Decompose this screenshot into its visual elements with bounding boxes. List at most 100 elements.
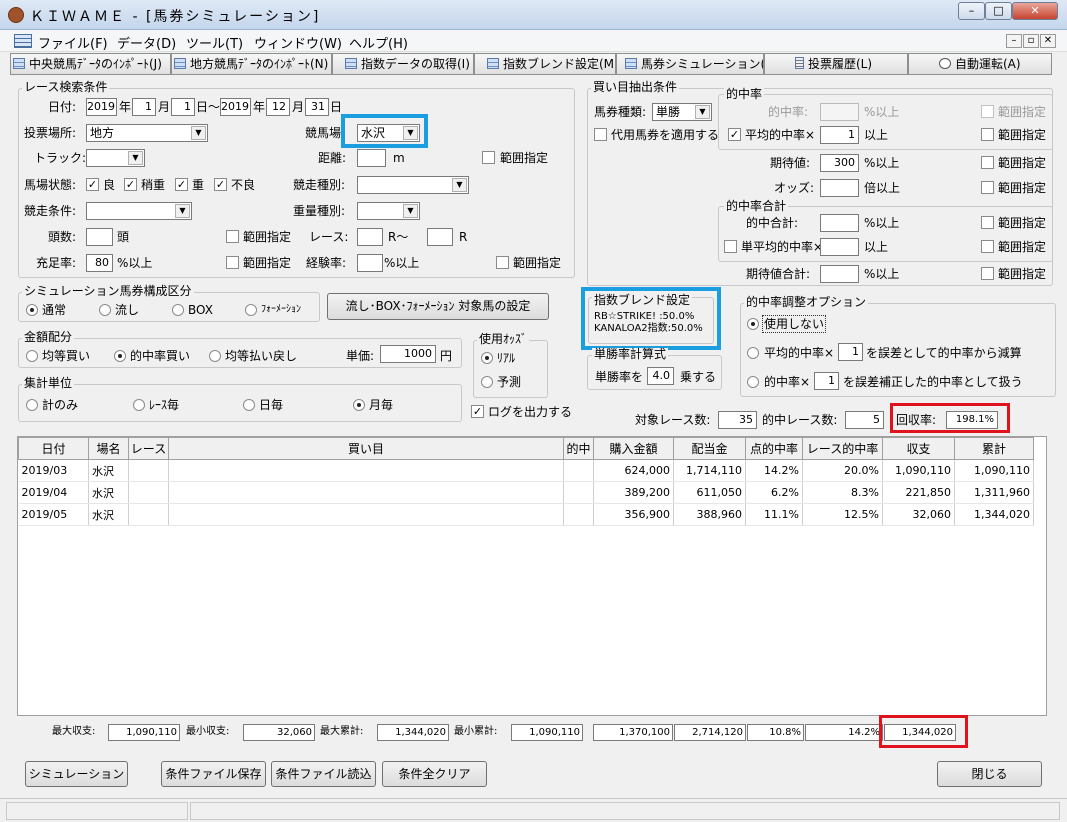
bet-simulation-button[interactable]: 馬券シミュレーション(B) (616, 53, 764, 75)
table-row[interactable]: 2019/05 水沢 356,900 388,960 11.1% 12.5% 32,060 1… (18, 503, 1034, 526)
odds-input[interactable] (820, 179, 859, 197)
document-icon[interactable] (14, 34, 32, 48)
col-date-header[interactable]: 日付 (18, 437, 89, 460)
col-race-hit-header[interactable]: レース的中率 (802, 437, 883, 460)
menu-tools[interactable]: ツール(T) (186, 33, 243, 52)
blend-settings-button[interactable]: 指数ブレンド設定(M) (474, 53, 616, 75)
vote-history-button[interactable]: 投票履歴(L) (764, 53, 908, 75)
col-bet-header[interactable]: 買い目 (168, 437, 564, 460)
unit-price-input[interactable]: 1000 (380, 345, 436, 363)
clear-conditions-button[interactable]: 条件全クリア (382, 761, 487, 787)
agg-race-radio[interactable] (133, 399, 145, 411)
agg-day-radio[interactable] (243, 399, 255, 411)
col-cumulative-header[interactable]: 累計 (954, 437, 1034, 460)
menu-data[interactable]: データ(D) (117, 33, 176, 52)
date-to-year-input[interactable]: 2019 (220, 98, 251, 116)
single-avg-input[interactable] (820, 238, 859, 256)
amount-equal-radio[interactable] (26, 350, 38, 362)
hit-sum-input[interactable] (820, 214, 859, 232)
venue-select[interactable]: 地方 ▼ (86, 124, 208, 142)
comp-box-radio[interactable] (172, 304, 184, 316)
log-output-checkbox[interactable]: ✓ (471, 405, 484, 418)
amount-hit-radio[interactable] (114, 350, 126, 362)
head-count-input[interactable] (86, 228, 113, 246)
avg-hit-input[interactable]: 1 (820, 126, 859, 144)
import-local-button[interactable]: 地方競馬ﾃﾞｰﾀのｲﾝﾎﾟｰﾄ(N) (171, 53, 332, 75)
race-to-input[interactable] (427, 228, 453, 246)
exp-range-checkbox[interactable] (496, 256, 509, 269)
single-avg-checkbox[interactable] (724, 240, 737, 253)
race-cond-select[interactable]: ▼ (86, 202, 192, 220)
ev-sum-input[interactable] (820, 265, 859, 283)
hit-sum-range-checkbox[interactable] (981, 216, 994, 229)
minimize-button[interactable]: – (958, 2, 985, 20)
auto-run-button[interactable]: 自動運転(A) (908, 53, 1052, 75)
col-point-hit-header[interactable]: 点的中率 (745, 437, 803, 460)
agg-total-radio[interactable] (26, 399, 38, 411)
fill-rate-input[interactable]: 80 (86, 254, 113, 272)
condition-bad-checkbox[interactable]: ✓ (214, 178, 227, 191)
simulate-button[interactable]: シミュレーション (25, 761, 128, 787)
col-venue-header[interactable]: 場名 (88, 437, 129, 460)
condition-heavy-checkbox[interactable]: ✓ (175, 178, 188, 191)
col-hit-header[interactable]: 的中 (563, 437, 594, 460)
odds-range-checkbox[interactable] (981, 181, 994, 194)
target-horse-setting-button[interactable]: 流し･BOX･ﾌｫｰﾒｰｼｮﾝ 対象馬の設定 (327, 293, 549, 320)
close-window-button[interactable]: ✕ (1012, 2, 1058, 20)
bet-type-select[interactable]: 単勝 ▼ (652, 103, 712, 121)
col-race-header[interactable]: レース (128, 437, 169, 460)
comp-normal-radio[interactable] (26, 304, 38, 316)
table-row[interactable]: 2019/04 水沢 389,200 611,050 6.2% 8.3% 221,850 1,… (18, 481, 1034, 504)
col-purchase-header[interactable]: 購入金額 (593, 437, 674, 460)
ev-sum-range-checkbox[interactable] (981, 267, 994, 280)
adjust-avg-radio[interactable] (747, 347, 759, 359)
condition-slightly-heavy-checkbox[interactable]: ✓ (124, 178, 137, 191)
mdi-minimize-button[interactable]: – (1006, 34, 1022, 48)
agg-month-radio[interactable] (353, 399, 365, 411)
avg-hit-range-checkbox[interactable] (981, 128, 994, 141)
maximize-button[interactable]: □ (985, 2, 1012, 20)
date-from-day-input[interactable]: 1 (171, 98, 195, 116)
menu-help[interactable]: ヘルプ(H) (349, 33, 408, 52)
menu-window[interactable]: ウィンドウ(W) (254, 33, 342, 52)
col-payout-header[interactable]: 配当金 (673, 437, 746, 460)
date-to-month-input[interactable]: 12 (266, 98, 290, 116)
ev-input[interactable]: 300 (820, 154, 859, 172)
comp-formation-radio[interactable] (245, 304, 257, 316)
load-conditions-button[interactable]: 条件ファイル読込 (271, 761, 376, 787)
mdi-restore-button[interactable]: ▫ (1023, 34, 1039, 48)
race-type-select[interactable]: ▼ (357, 176, 469, 194)
comp-nagashi-radio[interactable] (99, 304, 111, 316)
date-from-month-input[interactable]: 1 (132, 98, 156, 116)
head-range-checkbox[interactable] (226, 230, 239, 243)
fill-range-checkbox[interactable] (226, 256, 239, 269)
adjust-none-radio[interactable] (747, 318, 759, 330)
condition-good-checkbox[interactable]: ✓ (86, 178, 99, 191)
odds-forecast-radio[interactable] (481, 376, 493, 388)
adjust-rate-radio[interactable] (747, 376, 759, 388)
hit-rate-input[interactable] (820, 103, 859, 121)
avg-hit-checkbox[interactable]: ✓ (728, 128, 741, 141)
distance-range-checkbox[interactable] (482, 151, 495, 164)
track-select[interactable]: ▼ (86, 149, 145, 167)
weight-type-select[interactable]: ▼ (357, 202, 420, 220)
date-to-day-input[interactable]: 31 (305, 98, 329, 116)
substitute-checkbox[interactable] (594, 128, 607, 141)
amount-payout-radio[interactable] (209, 350, 221, 362)
single-avg-range-checkbox[interactable] (981, 240, 994, 253)
save-conditions-button[interactable]: 条件ファイル保存 (161, 761, 266, 787)
distance-input[interactable] (357, 149, 386, 167)
import-central-button[interactable]: 中央競馬ﾃﾞｰﾀのｲﾝﾎﾟｰﾄ(J) (10, 53, 171, 75)
fetch-index-button[interactable]: 指数データの取得(I) (332, 53, 474, 75)
app-icon[interactable] (8, 7, 24, 23)
ev-range-checkbox[interactable] (981, 156, 994, 169)
exp-rate-input[interactable] (357, 254, 383, 272)
win-calc-input[interactable]: 4.0 (647, 367, 674, 385)
adjust-rate-input[interactable]: 1 (814, 372, 839, 390)
menu-file[interactable]: ファイル(F) (38, 33, 108, 52)
results-table[interactable]: 日付 場名 レース 買い目 的中 購入金額 配当金 点的中率 レース的中率 収支… (17, 436, 1047, 716)
col-balance-header[interactable]: 収支 (882, 437, 955, 460)
hit-rate-range-checkbox[interactable] (981, 105, 994, 118)
race-from-input[interactable] (357, 228, 383, 246)
mdi-close-button[interactable]: ✕ (1040, 34, 1056, 48)
